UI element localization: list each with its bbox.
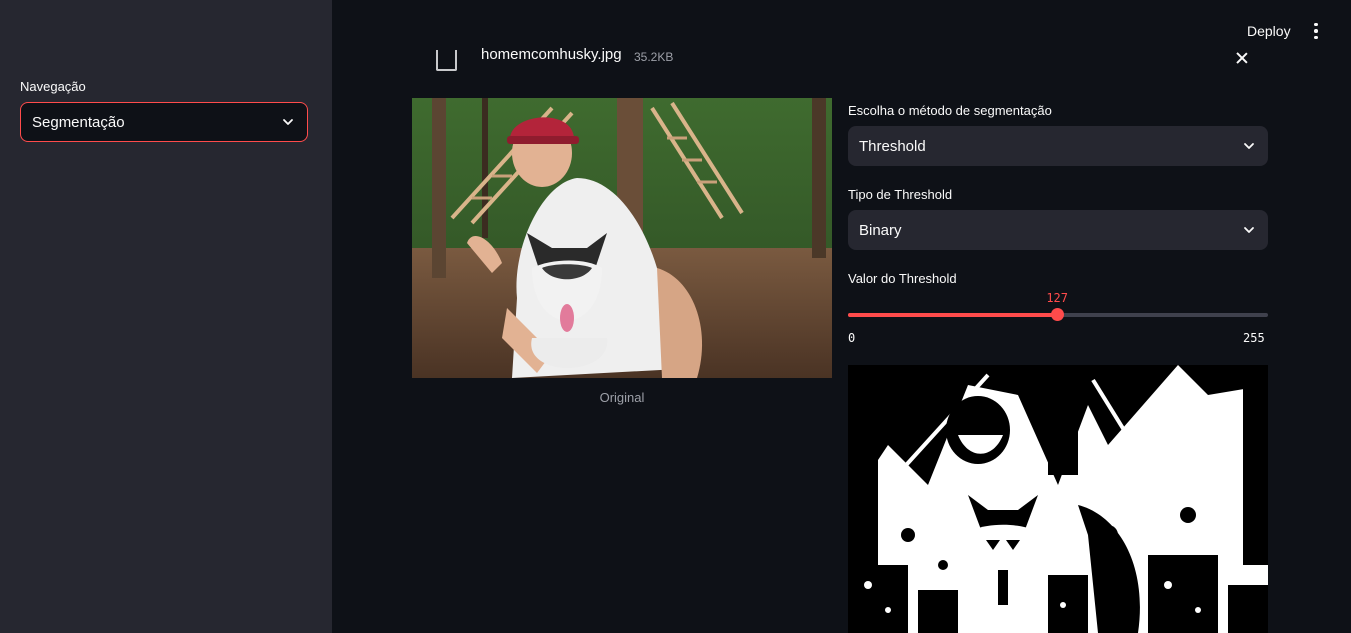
threshold-slider-value: 127 [1046,291,1069,305]
segmented-image [848,365,1268,633]
chevron-down-icon [1244,143,1254,149]
menu-dot [1314,22,1318,27]
segmentation-method-select[interactable]: Threshold [848,126,1268,166]
uploaded-file-size: 35.2KB [634,50,674,64]
original-image [412,98,832,378]
threshold-slider-thumb[interactable] [1050,308,1064,321]
uploaded-file-name: homemcomhusky.jpg [481,46,622,63]
remove-file-icon[interactable] [1232,48,1252,68]
navigation-label: Navegação [20,79,86,94]
threshold-slider-min: 0 [848,331,856,345]
threshold-type-value: Binary [859,221,902,239]
deploy-button[interactable]: Deploy [1238,20,1300,42]
menu-dot [1314,35,1318,40]
original-image-caption: Original [599,390,645,405]
threshold-slider-track[interactable] [848,308,1268,321]
threshold-value-label: Valor do Threshold [848,271,957,286]
navigation-select[interactable]: Segmentação [20,102,308,142]
navigation-select-value: Segmentação [32,113,125,131]
chevron-down-icon [283,119,293,125]
sidebar: Navegação Segmentação [0,0,332,633]
threshold-slider-fill [848,313,1058,317]
threshold-type-select[interactable]: Binary [848,210,1268,250]
threshold-slider-max: 255 [1243,331,1265,345]
menu-dot [1314,29,1318,33]
app-root: Navegação Segmentação Deploy homemcomhus… [0,0,1351,633]
segmentation-method-label: Escolha o método de segmentação [848,103,1052,118]
chevron-down-icon [1244,227,1254,233]
main-menu-icon[interactable] [1306,20,1326,42]
file-icon [436,50,457,71]
threshold-type-label: Tipo de Threshold [848,187,953,202]
segmentation-method-value: Threshold [859,137,926,155]
